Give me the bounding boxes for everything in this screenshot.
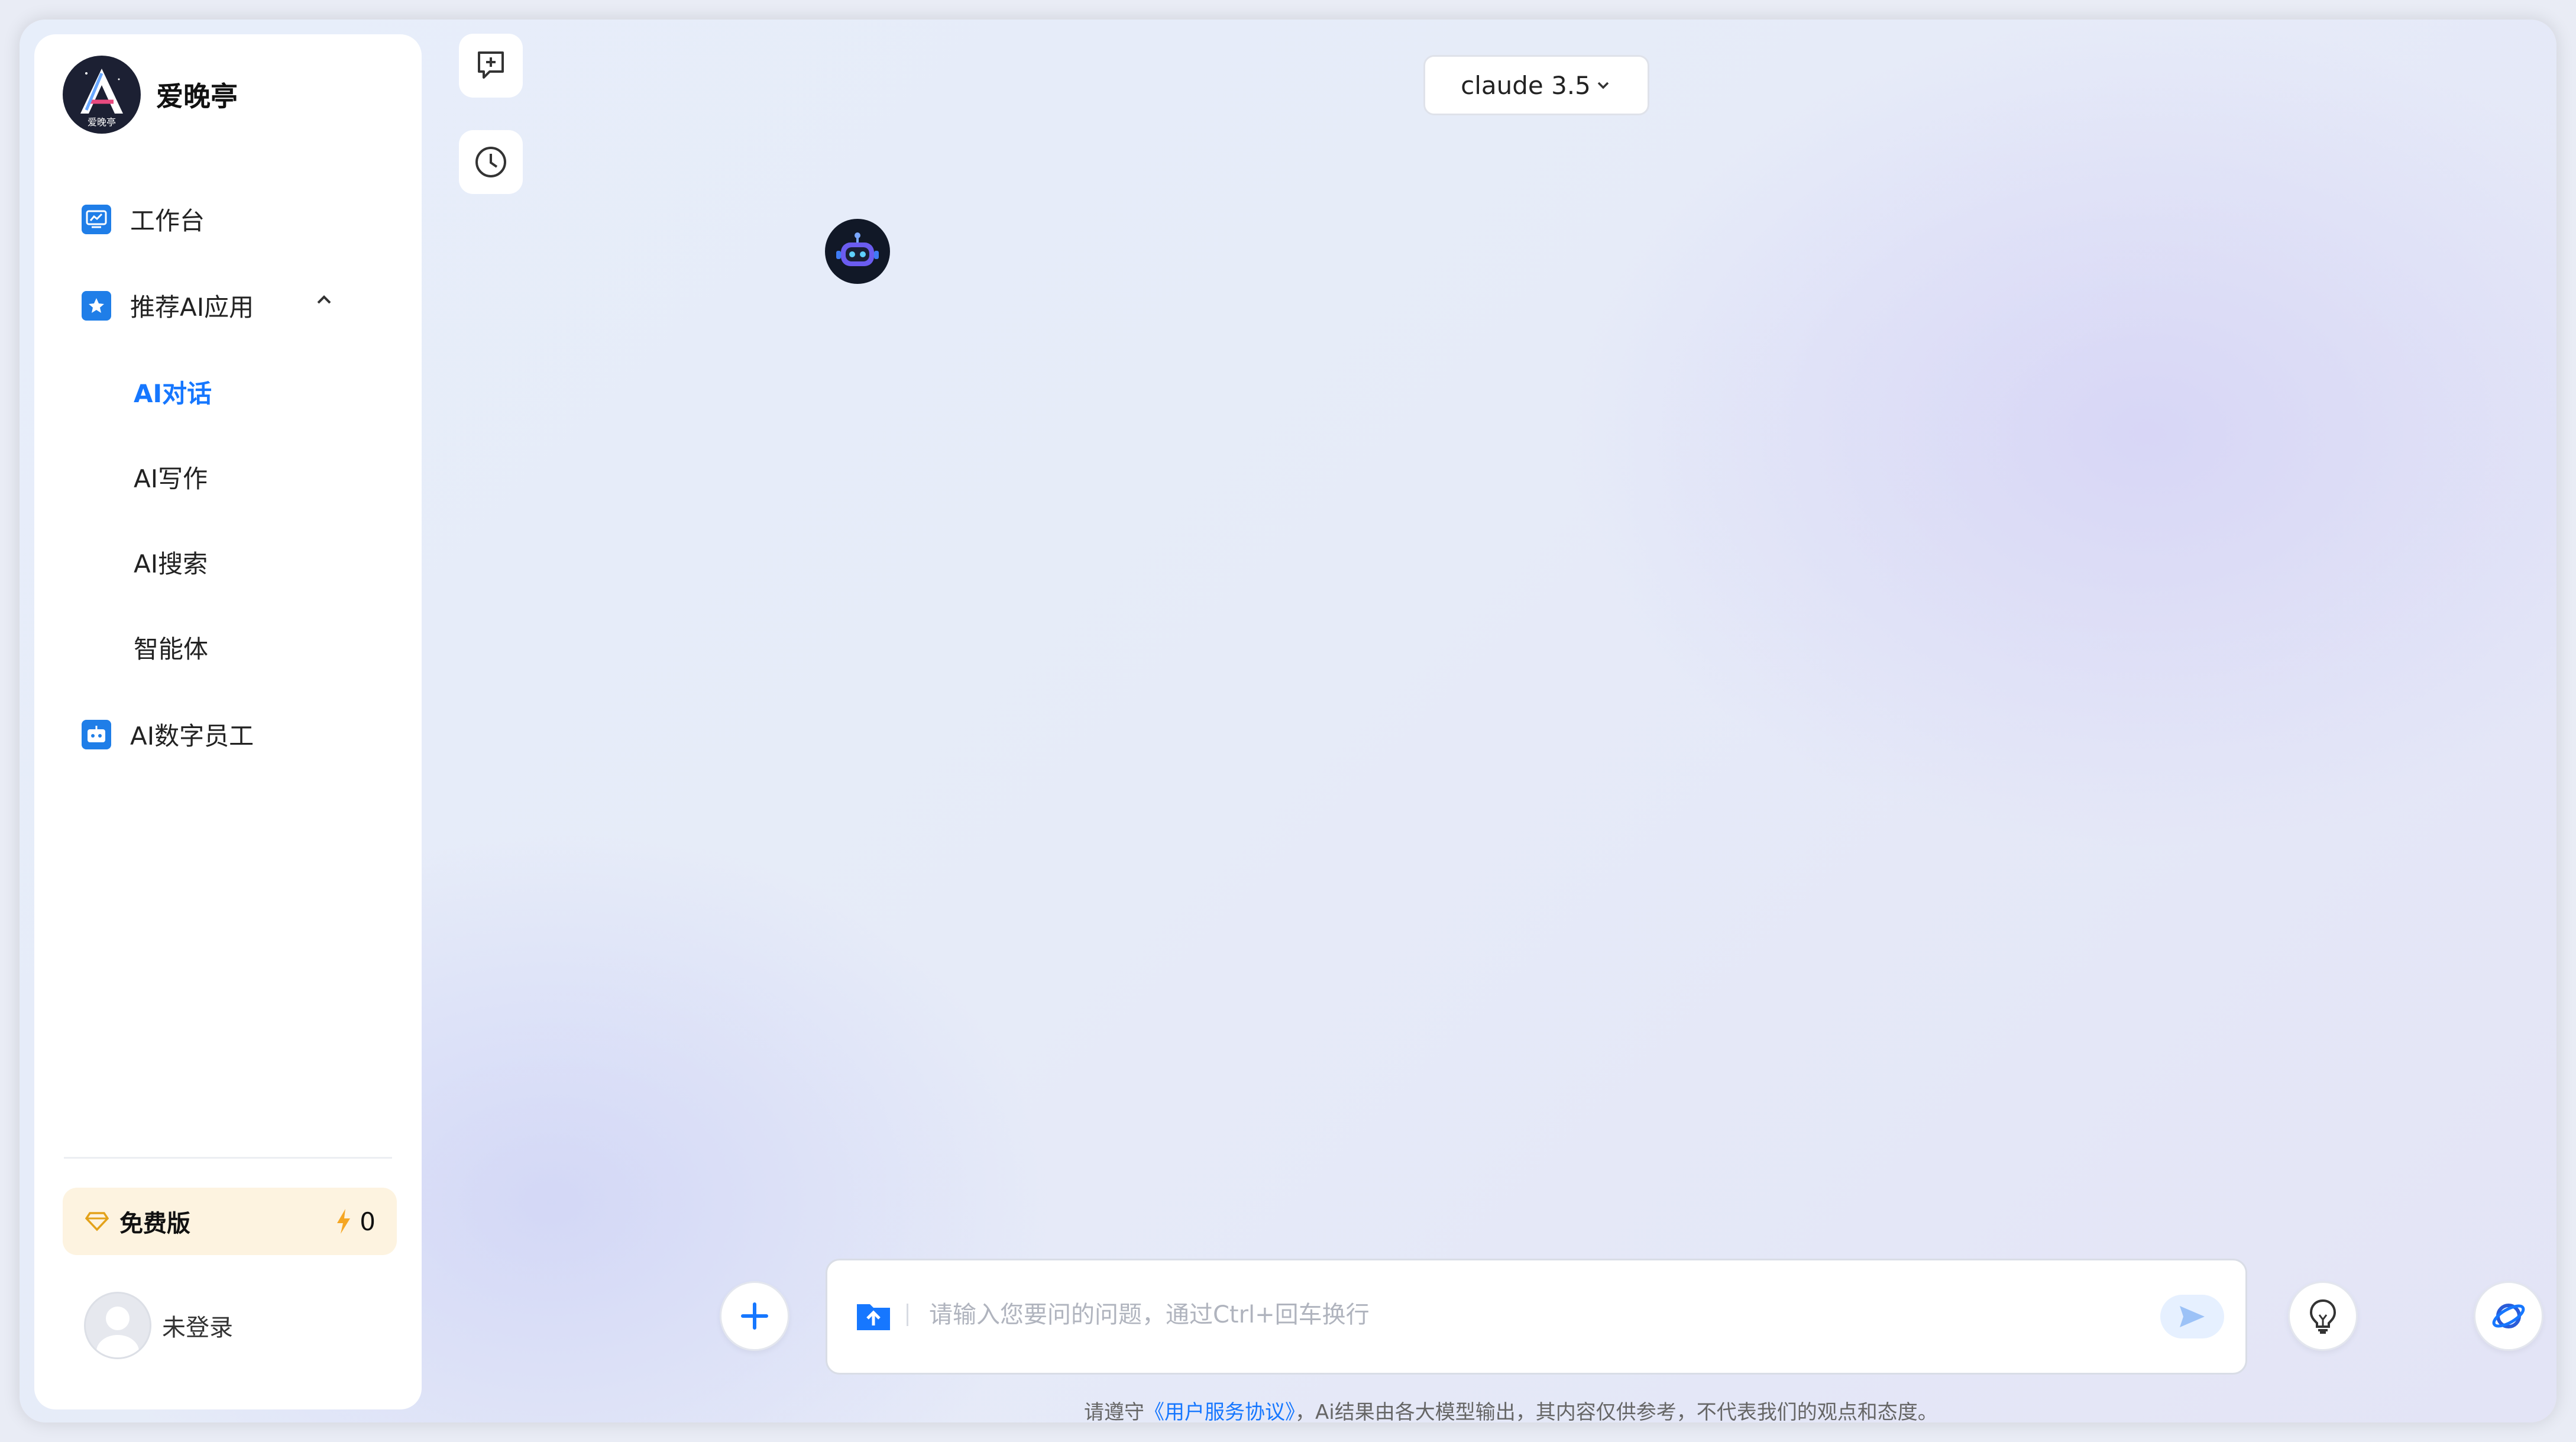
monitor-chart-icon — [82, 204, 111, 234]
sidebar-subitem-ai-chat[interactable]: AI对话 — [134, 374, 212, 410]
chevron-up-icon[interactable] — [312, 287, 336, 311]
sidebar-item-label: 推荐AI应用 — [130, 293, 254, 322]
send-icon — [2180, 1306, 2205, 1327]
composer — [826, 1259, 2247, 1375]
logo-mark-icon: 爱晚亭 — [64, 57, 140, 132]
robot-icon — [82, 719, 111, 749]
user-placeholder-icon — [96, 1307, 139, 1357]
orbit-logo-icon — [2492, 1304, 2525, 1328]
sidebar-item-workbench[interactable]: 工作台 — [82, 201, 205, 237]
sidebar-item-label: 工作台 — [130, 206, 205, 235]
new-chat-button[interactable] — [459, 34, 523, 98]
star-icon — [82, 290, 111, 321]
sidebar-item-label: AI数字员工 — [130, 722, 254, 751]
sidebar-subitem-ai-search[interactable]: AI搜索 — [134, 544, 208, 580]
plan-label: 免费版 — [119, 1210, 190, 1237]
chat-input[interactable] — [928, 1294, 2089, 1336]
plus-icon — [741, 1302, 768, 1330]
send-button[interactable] — [2160, 1295, 2224, 1338]
folder-upload-icon[interactable] — [855, 1297, 892, 1335]
sidebar-item-recommended[interactable]: 推荐AI应用 — [82, 287, 254, 324]
avatar — [84, 1292, 151, 1359]
disclaimer-suffix: ，Ai结果由各大模型输出，其内容仅供参考，不代表我们的观点和态度。 — [1295, 1401, 1938, 1422]
model-select[interactable]: claude 3.5 — [1423, 55, 1649, 115]
sidebar: 爱晚亭 爱晚亭 工作台 推荐AI应用 AI对话 AI写作 AI搜索 智能体 AI… — [34, 34, 422, 1409]
sidebar-subitem-agents[interactable]: 智能体 — [134, 629, 208, 665]
disclaimer: 请遵守《用户服务协议》，Ai结果由各大模型输出，其内容仅供参考，不代表我们的观点… — [1084, 1396, 1938, 1422]
sidebar-divider — [64, 1157, 392, 1159]
brand[interactable]: 爱晚亭 爱晚亭 — [63, 56, 238, 134]
sidebar-item-digital-employee[interactable]: AI数字员工 — [82, 716, 254, 752]
disclaimer-prefix: 请遵守 — [1084, 1401, 1144, 1422]
new-chat-icon — [478, 51, 504, 79]
credits: 0 — [335, 1188, 376, 1255]
clock-icon — [475, 147, 506, 177]
app-window: 爱晚亭 爱晚亭 工作台 推荐AI应用 AI对话 AI写作 AI搜索 智能体 AI… — [20, 20, 2556, 1422]
svg-text:爱晚亭: 爱晚亭 — [88, 117, 116, 128]
credits-value: 0 — [360, 1207, 376, 1236]
model-select-value: claude 3.5 — [1461, 70, 1591, 100]
history-button[interactable] — [459, 130, 523, 194]
brand-logo: 爱晚亭 — [63, 56, 141, 134]
new-session-button[interactable] — [720, 1281, 789, 1351]
user-login[interactable]: 未登录 — [84, 1292, 233, 1359]
input-separator — [907, 1304, 908, 1326]
brand-name: 爱晚亭 — [156, 80, 238, 112]
chevron-down-icon — [1597, 82, 1609, 89]
diamond-icon — [85, 1212, 109, 1231]
sidebar-subitem-ai-writing[interactable]: AI写作 — [134, 459, 208, 495]
lightning-icon — [337, 1209, 351, 1234]
lightbulb-icon — [2309, 1299, 2336, 1334]
assistant-float-button[interactable] — [2474, 1281, 2543, 1351]
plan-card[interactable]: 免费版 0 — [63, 1188, 397, 1255]
bot-avatar — [825, 219, 890, 284]
robot-icon — [836, 232, 879, 266]
user-agreement-link[interactable]: 《用户服务协议》 — [1144, 1401, 1295, 1422]
user-status-label: 未登录 — [162, 1314, 233, 1341]
prompt-tips-button[interactable] — [2288, 1281, 2358, 1351]
